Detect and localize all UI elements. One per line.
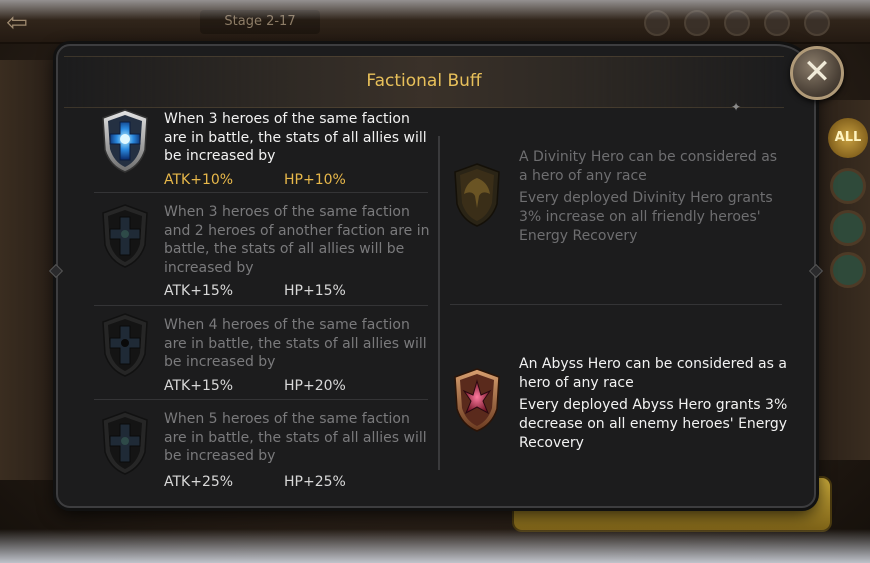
atk-bonus: ATK+25% [164,474,234,490]
faction-filter-icon[interactable] [830,210,866,246]
divinity-phoenix-shield-icon [454,163,500,227]
left-panel-bg [0,60,56,480]
hp-bonus: HP+10% [284,172,346,188]
filter-all-button[interactable]: ALL [828,118,868,158]
dark-cross-shield-icon [102,411,148,475]
faction-filter-icon[interactable] [830,252,866,288]
modal-header: Factional Buff [64,56,784,108]
tier-description: When 4 heroes of the same faction are in… [164,317,427,371]
tier-description: When 3 heroes of the same faction are in… [164,111,427,165]
hp-bonus: HP+20% [284,378,346,394]
race-row-divinity: A Divinity Hero can be considered as a h… [450,148,790,268]
close-button[interactable]: ✕ [790,46,844,100]
buff-tier-row: When 3 heroes of the same faction are in… [94,109,428,192]
race-line-1: A Divinity Hero can be considered as a h… [519,149,778,184]
atk-bonus: ATK+15% [164,283,234,299]
modal-title: Factional Buff [366,71,482,91]
buff-tier-row: When 3 heroes of the same faction and 2 … [94,203,429,303]
race-description: An Abyss Hero can be considered as a her… [519,355,789,453]
column-divider [438,136,440,470]
tier-description: When 3 heroes of the same faction and 2 … [164,204,430,277]
abyss-claw-shield-icon [454,368,500,432]
dark-cross-shield-icon [102,204,148,268]
buff-tier-row: When 4 heroes of the same faction are in… [94,313,428,396]
race-line-2: Every deployed Abyss Hero grants 3% decr… [519,397,788,451]
dark-cross-shield-icon [102,313,148,377]
race-line-2: Every deployed Divinity Hero grants 3% i… [519,190,773,244]
tier-description: When 5 heroes of the same faction are in… [164,411,427,465]
buff-tier-row: When 5 heroes of the same faction are in… [94,410,428,492]
row-divider [94,192,428,193]
hp-bonus: HP+25% [284,474,346,490]
faction-filter-icon[interactable] [830,168,866,204]
atk-bonus: ATK+10% [164,172,234,188]
row-divider [94,399,428,400]
atk-bonus: ATK+15% [164,378,234,394]
race-row-abyss: An Abyss Hero can be considered as a her… [450,355,790,455]
snow-decoration [0,529,870,563]
race-description: A Divinity Hero can be considered as a h… [519,148,789,246]
snow-decoration [0,0,870,20]
race-divider [450,304,782,305]
sparkle-icon: ✦ [731,100,742,114]
hp-bonus: HP+15% [284,283,346,299]
row-divider [94,305,428,306]
race-line-1: An Abyss Hero can be considered as a her… [519,356,787,391]
blue-cross-shield-icon [102,109,148,173]
